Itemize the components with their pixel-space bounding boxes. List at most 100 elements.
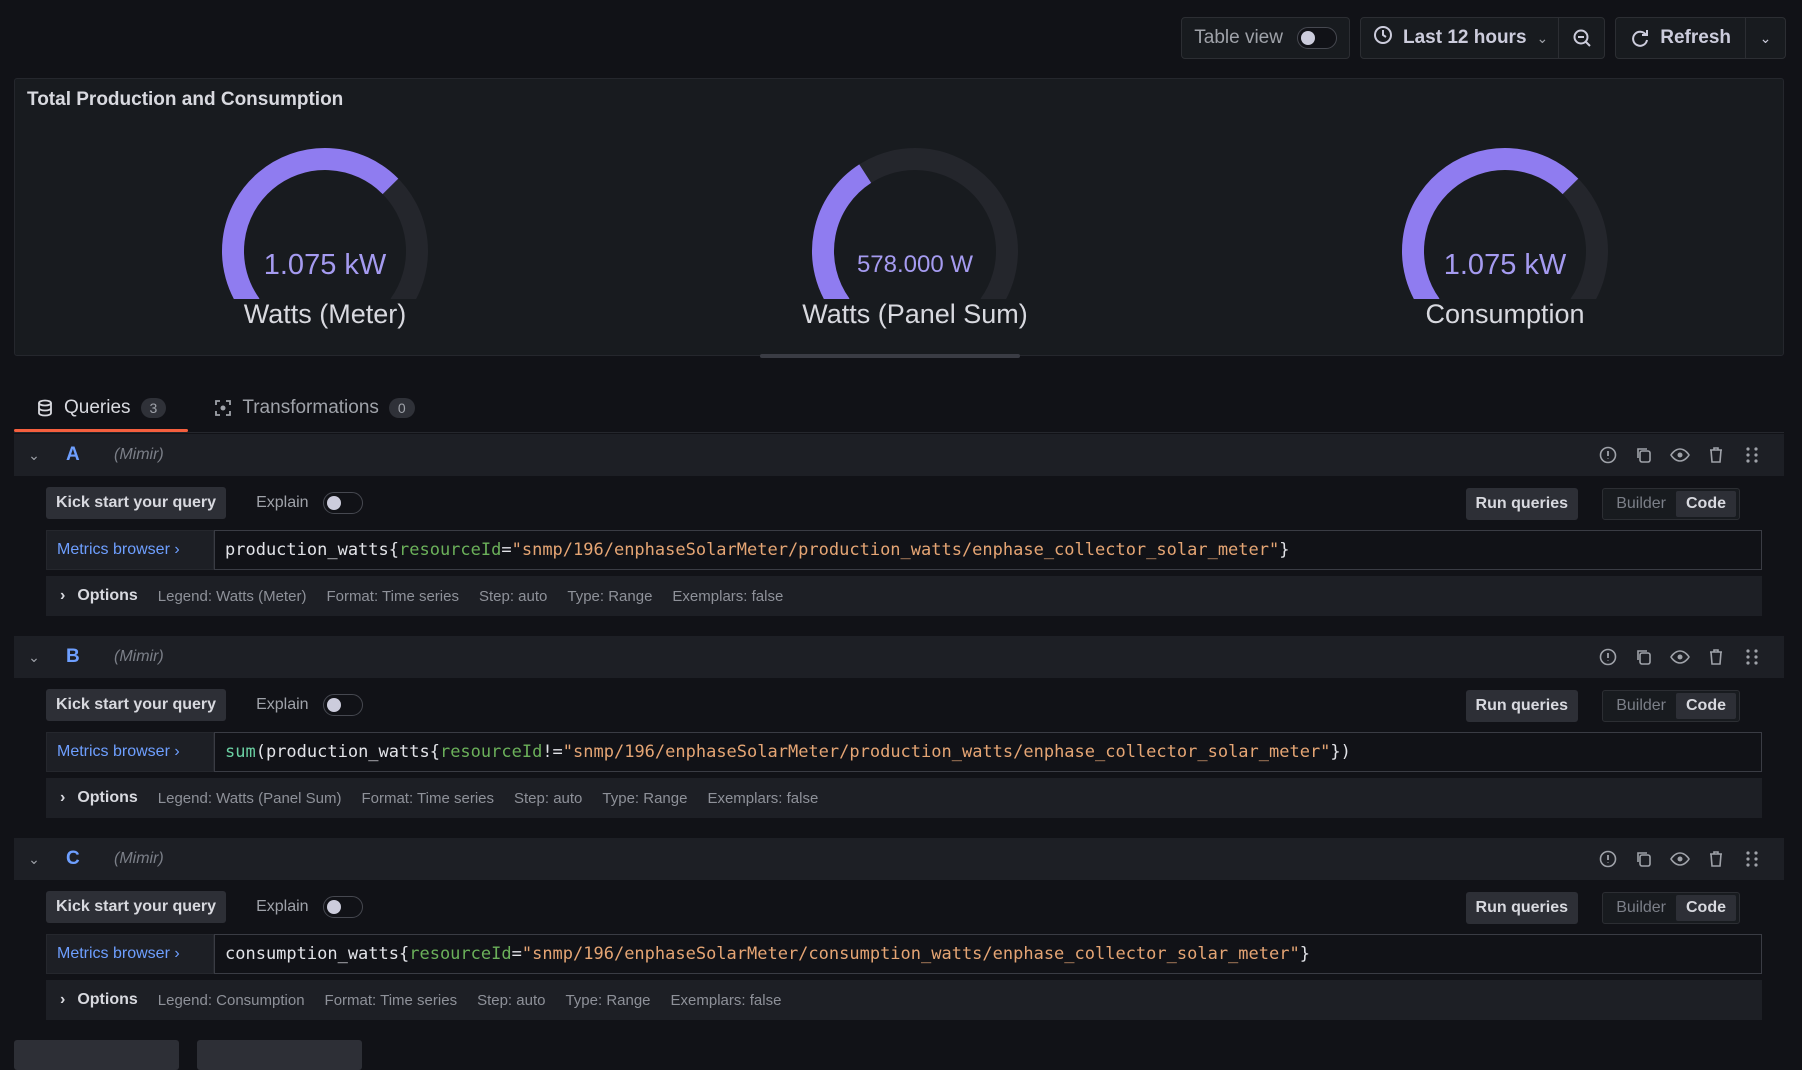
refresh-interval-dropdown[interactable]: ⌄ <box>1745 18 1785 58</box>
tab-transformations[interactable]: Transformations 0 <box>192 386 436 430</box>
table-view-switch[interactable] <box>1296 27 1337 49</box>
time-range-picker[interactable]: Last 12 hours ⌄ <box>1359 17 1606 59</box>
editor-tabs: Queries 3 Transformations 0 <box>14 386 437 432</box>
add-query-button[interactable] <box>14 1040 179 1070</box>
clock-icon <box>1373 25 1393 51</box>
panel-resize-handle[interactable] <box>760 354 1020 358</box>
query-code-editor[interactable]: consumption_watts{resourceId = "snmp/196/e… <box>214 934 1762 974</box>
options-toggle[interactable]: › Options <box>60 587 138 605</box>
database-icon <box>38 399 52 417</box>
gauge-consumption: 1.075 kW Consumption <box>1355 139 1655 349</box>
help-icon[interactable] <box>1598 849 1618 869</box>
query-options-row[interactable]: › Options Legend: Consumption Format: Tim… <box>46 980 1762 1020</box>
table-view-label: Table view <box>1194 27 1283 48</box>
query-body: Kick start your query Explain Run querie… <box>14 476 1784 616</box>
code-mode-button[interactable]: Code <box>1676 491 1736 517</box>
explain-switch[interactable] <box>322 492 363 514</box>
refresh-label: Refresh <box>1660 27 1731 48</box>
query-actions <box>1598 838 1762 880</box>
tabs-divider <box>14 432 1784 433</box>
query-datasource: (Mimir) <box>114 850 164 867</box>
expression-button[interactable] <box>197 1040 362 1070</box>
run-queries-button[interactable]: Run queries <box>1465 488 1578 520</box>
query-row-a: ⌄ A (Mimir) Kick start your query Explai… <box>14 434 1784 616</box>
chevron-right-icon: › <box>60 587 66 604</box>
query-code-editor[interactable]: sum (production_watts{resourceId != "snmp/1… <box>214 732 1762 772</box>
refresh-button[interactable]: Refresh <box>1616 18 1745 58</box>
option-exemplars: Exemplars: false <box>672 587 784 605</box>
run-queries-button[interactable]: Run queries <box>1465 690 1578 722</box>
query-header: ⌄ A (Mimir) <box>14 434 1784 476</box>
gauge-label: Watts (Panel Sum) <box>802 299 1028 329</box>
kick-start-button[interactable]: Kick start your query <box>46 487 227 519</box>
editor-mode-switch: Builder Code <box>1602 690 1740 722</box>
option-type: Type: Range <box>602 789 688 807</box>
gauge-value: 578.000 W <box>856 251 974 278</box>
kick-start-button[interactable]: Kick start your query <box>46 689 227 721</box>
kick-start-button[interactable]: Kick start your query <box>46 891 227 923</box>
builder-mode-button[interactable]: Builder <box>1606 693 1676 719</box>
trash-icon[interactable] <box>1706 849 1726 869</box>
explain-switch[interactable] <box>322 694 363 716</box>
option-type: Type: Range <box>567 587 653 605</box>
option-type: Type: Range <box>565 991 651 1009</box>
metrics-browser-button[interactable]: Metrics browser › <box>46 934 214 974</box>
trash-icon[interactable] <box>1706 647 1726 667</box>
chevron-right-icon: › <box>60 991 66 1008</box>
chevron-right-icon: › <box>60 789 66 806</box>
panel-title: Total Production and Consumption <box>27 89 344 110</box>
options-toggle[interactable]: › Options <box>60 789 138 807</box>
metrics-browser-button[interactable]: Metrics browser › <box>46 732 214 772</box>
query-id[interactable]: C <box>54 848 114 870</box>
tab-queries[interactable]: Queries 3 <box>14 386 189 432</box>
explain-label: Explain <box>256 696 309 713</box>
table-view-toggle[interactable]: Table view <box>1181 17 1350 59</box>
option-legend: Legend: Watts (Meter) <box>157 587 307 605</box>
drag-handle-icon[interactable] <box>1742 647 1762 667</box>
zoom-out-icon <box>1573 29 1591 47</box>
query-options-row[interactable]: › Options Legend: Watts (Meter) Format: T… <box>46 576 1762 616</box>
eye-icon[interactable] <box>1670 647 1690 667</box>
options-toggle[interactable]: › Options <box>60 991 138 1009</box>
collapse-chevron-icon[interactable]: ⌄ <box>14 851 54 868</box>
query-id[interactable]: B <box>54 646 114 668</box>
run-queries-button[interactable]: Run queries <box>1465 892 1578 924</box>
option-legend: Legend: Consumption <box>157 991 305 1009</box>
code-mode-button[interactable]: Code <box>1676 895 1736 921</box>
query-code-editor[interactable]: production_watts{resourceId = "snmp/196/en… <box>214 530 1762 570</box>
explain-switch[interactable] <box>322 896 363 918</box>
query-options-row[interactable]: › Options Legend: Watts (Panel Sum) Forma… <box>46 778 1762 818</box>
collapse-chevron-icon[interactable]: ⌄ <box>14 649 54 666</box>
eye-icon[interactable] <box>1670 445 1690 465</box>
dashboard-toolbar: Table view Last 12 hours ⌄ Refresh ⌄ <box>1181 16 1786 60</box>
collapse-chevron-icon[interactable]: ⌄ <box>14 447 54 464</box>
explain-toggle[interactable]: Explain <box>256 694 363 716</box>
eye-icon[interactable] <box>1670 849 1690 869</box>
code-mode-button[interactable]: Code <box>1676 693 1736 719</box>
builder-mode-button[interactable]: Builder <box>1606 491 1676 517</box>
query-id[interactable]: A <box>54 444 114 466</box>
zoom-out-button[interactable] <box>1558 18 1604 58</box>
trash-icon[interactable] <box>1706 445 1726 465</box>
duplicate-icon[interactable] <box>1634 647 1654 667</box>
query-body: Kick start your query Explain Run querie… <box>14 880 1784 1020</box>
option-exemplars: Exemplars: false <box>707 789 819 807</box>
query-datasource: (Mimir) <box>114 446 164 463</box>
duplicate-icon[interactable] <box>1634 849 1654 869</box>
duplicate-icon[interactable] <box>1634 445 1654 465</box>
editor-mode-switch: Builder Code <box>1602 892 1740 924</box>
time-range-label: Last 12 hours <box>1402 27 1527 48</box>
metrics-browser-button[interactable]: Metrics browser › <box>46 530 214 570</box>
explain-label: Explain <box>256 898 309 915</box>
query-row-c: ⌄ C (Mimir) Kick start your query Explai… <box>14 838 1784 1020</box>
explain-toggle[interactable]: Explain <box>256 896 363 918</box>
drag-handle-icon[interactable] <box>1742 445 1762 465</box>
help-icon[interactable] <box>1598 647 1618 667</box>
drag-handle-icon[interactable] <box>1742 849 1762 869</box>
option-format: Format: Time series <box>361 789 494 807</box>
builder-mode-button[interactable]: Builder <box>1606 895 1676 921</box>
chevron-down-icon: ⌄ <box>1536 29 1549 46</box>
help-icon[interactable] <box>1598 445 1618 465</box>
explain-toggle[interactable]: Explain <box>256 492 363 514</box>
option-legend: Legend: Watts (Panel Sum) <box>157 789 342 807</box>
